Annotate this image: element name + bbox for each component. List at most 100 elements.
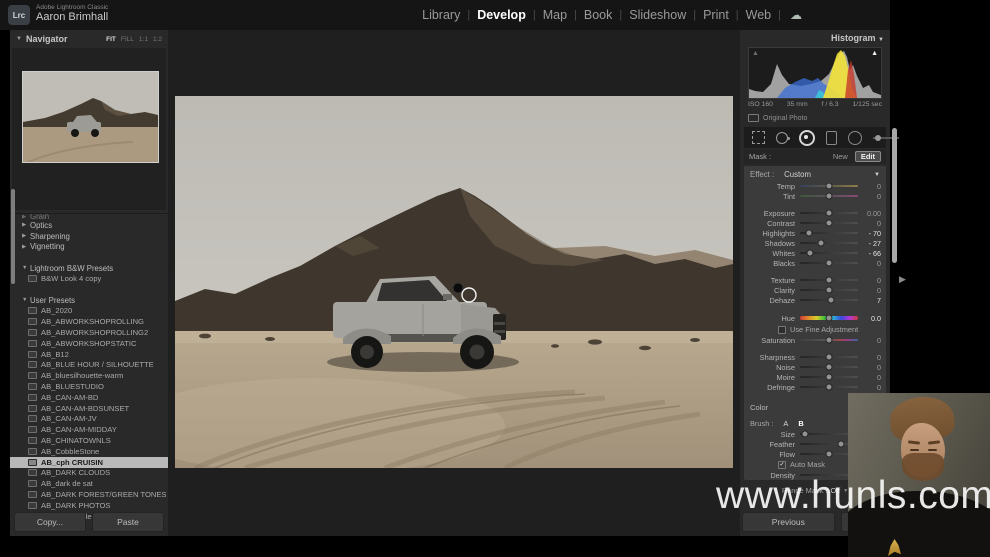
preset-group[interactable]: ▼ Lightroom B&W Presets (10, 263, 168, 274)
preset-item[interactable]: B&W Look 4 copy (10, 274, 168, 285)
slider-knob[interactable] (825, 373, 833, 381)
module-develop[interactable]: Develop (477, 8, 526, 22)
slider-knob[interactable] (825, 286, 833, 294)
histogram-header[interactable]: Histogram ▼ (831, 33, 884, 43)
preset-item[interactable]: AB_CAN-AM-BD (10, 392, 168, 403)
effect-checkbox-row[interactable]: Use Fine Adjustment (744, 324, 886, 335)
highlight-clipping-icon[interactable]: ▲ (871, 50, 878, 57)
slider-knob[interactable] (837, 440, 845, 448)
radial-filter-icon[interactable] (848, 130, 862, 145)
slider-knob[interactable] (825, 383, 833, 391)
mask-new-button[interactable]: New (833, 152, 848, 161)
zoom-level-fit[interactable]: FIT (106, 36, 116, 43)
zoom-level-fill[interactable]: FILL (121, 36, 134, 43)
preset-group[interactable]: ▶ Vignetting (10, 242, 168, 253)
slider-knob[interactable] (825, 219, 833, 227)
brush-b-button[interactable]: B (798, 419, 803, 428)
slider-track[interactable] (800, 209, 858, 217)
preset-item[interactable]: AB_ABWORKSHOPROLLING2 (10, 327, 168, 338)
slider-track[interactable] (800, 383, 858, 391)
preset-item[interactable]: AB_ABWORKSHOPSTATIC (10, 338, 168, 349)
preset-item[interactable]: AB_ABWORKSHOPROLLING (10, 316, 168, 327)
preset-group[interactable]: ▶ Grain (10, 212, 168, 221)
slider-track[interactable] (800, 229, 858, 237)
module-library[interactable]: Library (422, 8, 460, 22)
preset-item[interactable]: AB_bluesilhouette-warm (10, 370, 168, 381)
chevron-down-icon[interactable]: ▼ (22, 297, 30, 303)
slider-track[interactable] (800, 182, 858, 190)
graduated-filter-icon[interactable] (826, 130, 837, 145)
checkbox-icon[interactable] (778, 325, 786, 334)
preset-item[interactable]: AB_DARK PHOTOS (10, 500, 168, 511)
chevron-down-icon[interactable]: ▼ (22, 265, 30, 271)
show-panel-arrow-icon[interactable]: ▶ (899, 274, 906, 285)
mask-edit-button[interactable]: Edit (854, 151, 881, 162)
slider-track[interactable] (800, 219, 858, 227)
slider-track[interactable] (800, 363, 858, 371)
module-web[interactable]: Web (746, 8, 771, 22)
heal-icon[interactable] (776, 131, 790, 144)
preset-item[interactable]: AB_BLUE HOUR / SILHOUETTE (10, 360, 168, 371)
slider-track[interactable] (800, 353, 858, 361)
module-print[interactable]: Print (703, 8, 729, 22)
slider-knob[interactable] (825, 363, 833, 371)
preset-item[interactable]: AB_CAN-AM-BDSUNSET (10, 403, 168, 414)
chevron-right-icon[interactable]: ▶ (22, 214, 30, 220)
slider-track[interactable] (800, 249, 858, 257)
preset-item[interactable]: AB_BLUESTUDIO (10, 381, 168, 392)
slider-track[interactable] (800, 336, 858, 344)
preset-item[interactable]: AB_2020 (10, 306, 168, 317)
preset-item[interactable]: AB_DARK CLOUDS (10, 468, 168, 479)
slider-track[interactable] (800, 314, 858, 322)
right-panel-scrollbar[interactable] (892, 128, 897, 263)
slider-knob[interactable] (827, 296, 835, 304)
preset-group[interactable]: ▶ Optics (10, 220, 168, 231)
preset-item[interactable]: AB_B12 (10, 349, 168, 360)
preset-item[interactable]: AB_cph CRUISIN (10, 456, 168, 468)
zoom-level-1-2[interactable]: 1:2 (153, 36, 162, 43)
module-book[interactable]: Book (584, 8, 613, 22)
module-map[interactable]: Map (543, 8, 567, 22)
slider-track[interactable] (800, 259, 858, 267)
shadow-clipping-icon[interactable]: ▲ (752, 50, 759, 57)
preset-item[interactable]: AB_CobbleStone (10, 446, 168, 457)
chevron-right-icon[interactable]: ▶ (22, 244, 30, 250)
module-slideshow[interactable]: Slideshow (629, 8, 686, 22)
chevron-right-icon[interactable]: ▶ (22, 222, 30, 228)
slider-track[interactable] (800, 276, 858, 284)
preset-item[interactable]: AB_dark de sat (10, 478, 168, 489)
slider-knob[interactable] (825, 314, 833, 322)
slider-track[interactable] (800, 239, 858, 247)
histogram-plot[interactable]: ▲ ▲ (748, 47, 882, 99)
preset-item[interactable]: AB_CHINATOWNLS (10, 435, 168, 446)
preset-item[interactable]: AB_CAN-AM-MIDDAY (10, 424, 168, 435)
slider-knob[interactable] (825, 450, 833, 458)
slider-knob[interactable] (825, 259, 833, 267)
slider-knob[interactable] (817, 239, 825, 247)
slider-knob[interactable] (825, 209, 833, 217)
slider-knob[interactable] (825, 192, 833, 200)
copy-button[interactable]: Copy... (14, 512, 86, 532)
original-photo-row[interactable]: Original Photo (748, 114, 807, 122)
slider-knob[interactable] (805, 229, 813, 237)
slider-knob[interactable] (825, 353, 833, 361)
checkbox-icon[interactable]: ✓ (778, 460, 786, 469)
preset-group[interactable]: ▼ User Presets (10, 295, 168, 306)
slider-knob[interactable] (806, 249, 814, 257)
photo-canvas[interactable] (125, 96, 733, 474)
preset-item[interactable]: AB_CAN-AM-JV (10, 414, 168, 425)
preset-group[interactable]: ▶ Sharpening (10, 231, 168, 242)
chevron-down-icon[interactable]: ▼ (874, 172, 880, 178)
effect-preset-dropdown[interactable]: Custom (784, 170, 811, 179)
paste-button[interactable]: Paste (92, 512, 164, 532)
navigator-thumbnail[interactable] (22, 71, 159, 163)
preset-item[interactable]: AB_DARK FOREST/GREEN TONES (10, 489, 168, 500)
crop-icon[interactable] (752, 131, 765, 144)
cloud-sync-icon[interactable]: ☁ (790, 8, 802, 22)
mask-pin[interactable] (452, 282, 464, 294)
slider-knob[interactable] (825, 182, 833, 190)
slider-track[interactable] (800, 286, 858, 294)
navigator-header[interactable]: ▼ Navigator FIT FILL 1:1 1:2 (10, 32, 168, 46)
slider-track[interactable] (800, 373, 858, 381)
zoom-level-1-1[interactable]: 1:1 (139, 36, 148, 43)
